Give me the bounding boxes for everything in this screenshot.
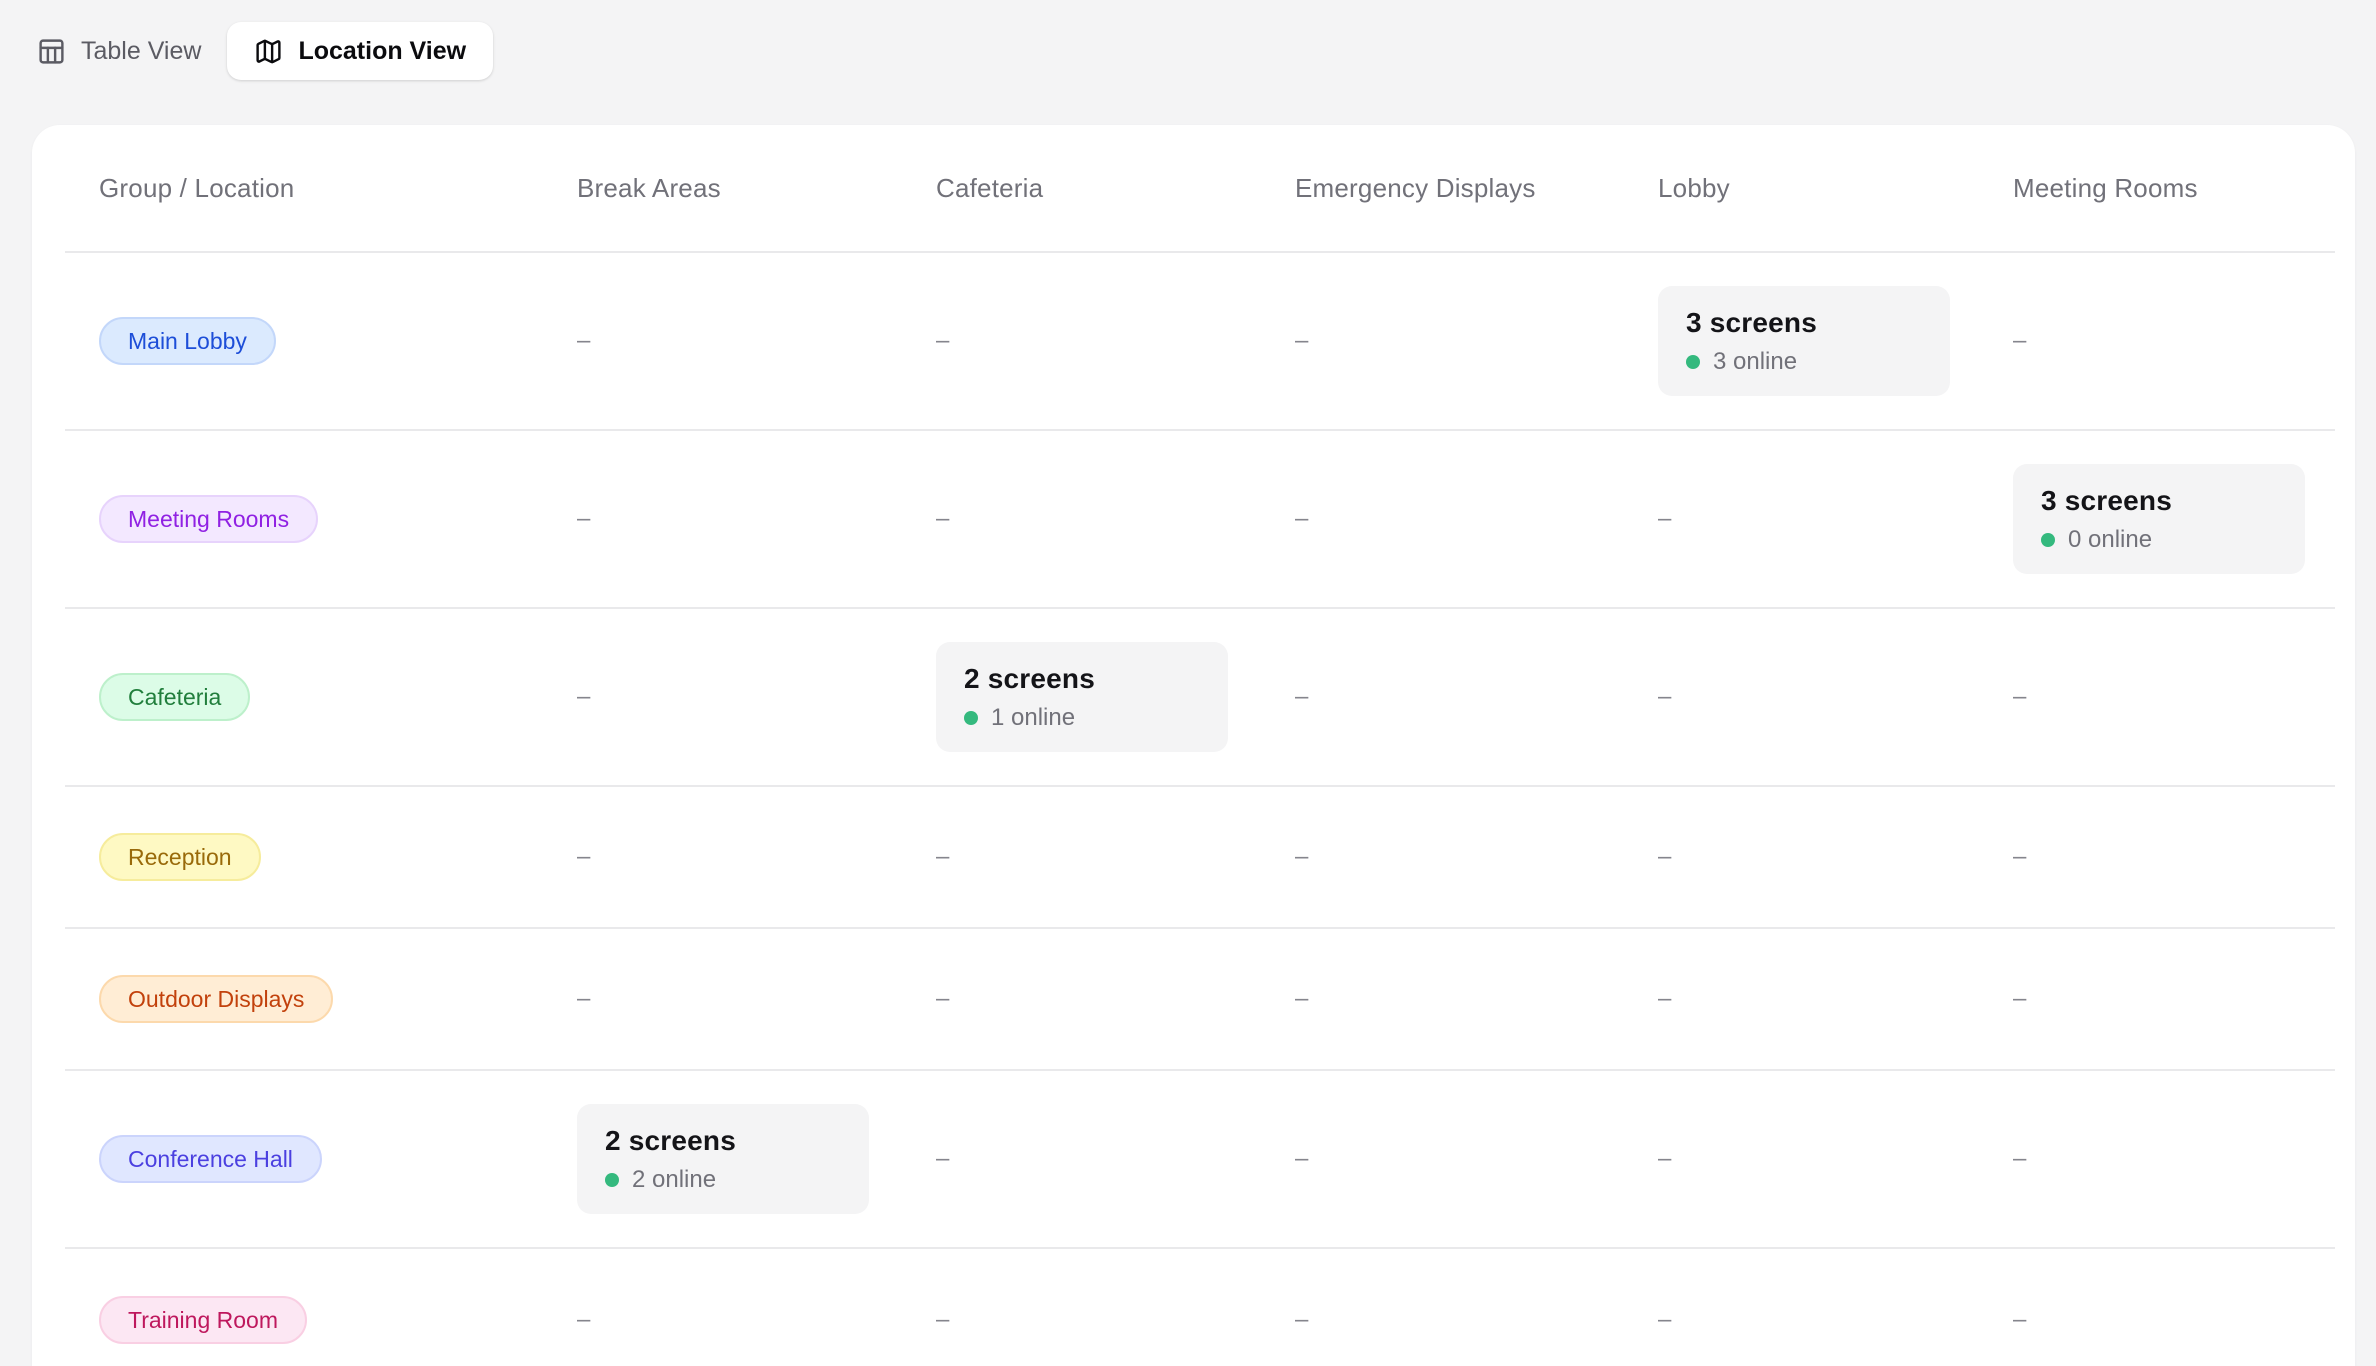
table-view-button[interactable]: Table View bbox=[37, 22, 201, 80]
screen-count: 2 screens bbox=[964, 663, 1228, 695]
empty-cell: – bbox=[2013, 683, 2026, 710]
screen-count: 2 screens bbox=[605, 1125, 869, 1157]
empty-cell: – bbox=[577, 683, 590, 710]
view-toggle: Table View Location View bbox=[37, 22, 493, 80]
empty-cell: – bbox=[577, 505, 590, 532]
empty-cell: – bbox=[1658, 1145, 1671, 1172]
online-count: 3 online bbox=[1713, 348, 1797, 376]
location-view-label: Location View bbox=[298, 36, 466, 66]
empty-cell: – bbox=[1295, 1145, 1308, 1172]
empty-cell: – bbox=[1295, 1306, 1308, 1333]
table-row-cafeteria: Cafeteria – 2 screens 1 online – – – bbox=[65, 609, 2335, 787]
screen-count: 3 screens bbox=[2041, 485, 2305, 517]
empty-cell: – bbox=[1658, 505, 1671, 532]
map-icon bbox=[254, 37, 283, 66]
table-grid-icon bbox=[37, 37, 66, 66]
empty-cell: – bbox=[936, 327, 949, 354]
screen-count-card[interactable]: 3 screens 3 online bbox=[1658, 286, 1950, 396]
empty-cell: – bbox=[1658, 683, 1671, 710]
group-badge-conference-hall[interactable]: Conference Hall bbox=[99, 1135, 322, 1183]
location-matrix-card: Group / Location Break Areas Cafeteria E… bbox=[32, 125, 2355, 1366]
screen-count: 3 screens bbox=[1686, 307, 1950, 339]
screen-count-card[interactable]: 2 screens 1 online bbox=[936, 642, 1228, 752]
empty-cell: – bbox=[936, 1306, 949, 1333]
group-badge-meeting-rooms[interactable]: Meeting Rooms bbox=[99, 495, 318, 543]
column-header-lobby: Lobby bbox=[1658, 173, 2013, 204]
matrix-header-row: Group / Location Break Areas Cafeteria E… bbox=[65, 125, 2335, 253]
empty-cell: – bbox=[2013, 327, 2026, 354]
empty-cell: – bbox=[2013, 985, 2026, 1012]
empty-cell: – bbox=[936, 1145, 949, 1172]
column-header-cafeteria: Cafeteria bbox=[936, 173, 1295, 204]
column-header-break-areas: Break Areas bbox=[577, 173, 936, 204]
location-view-button[interactable]: Location View bbox=[227, 22, 493, 80]
empty-cell: – bbox=[2013, 1145, 2026, 1172]
online-status-dot bbox=[1686, 355, 1700, 369]
empty-cell: – bbox=[1658, 985, 1671, 1012]
group-badge-training-room[interactable]: Training Room bbox=[99, 1296, 307, 1344]
table-row-training-room: Training Room – – – – – bbox=[65, 1249, 2335, 1366]
empty-cell: – bbox=[2013, 1306, 2026, 1333]
group-badge-reception[interactable]: Reception bbox=[99, 833, 261, 881]
column-header-meeting-rooms: Meeting Rooms bbox=[2013, 173, 2335, 204]
empty-cell: – bbox=[936, 843, 949, 870]
table-row-main-lobby: Main Lobby – – – 3 screens 3 online – bbox=[65, 253, 2335, 431]
table-row-reception: Reception – – – – – bbox=[65, 787, 2335, 929]
empty-cell: – bbox=[1295, 327, 1308, 354]
table-row-outdoor-displays: Outdoor Displays – – – – – bbox=[65, 929, 2335, 1071]
empty-cell: – bbox=[2013, 843, 2026, 870]
table-row-meeting-rooms: Meeting Rooms – – – – 3 screens 0 online bbox=[65, 431, 2335, 609]
empty-cell: – bbox=[577, 985, 590, 1012]
online-count: 2 online bbox=[632, 1166, 716, 1194]
online-count: 0 online bbox=[2068, 526, 2152, 554]
screen-count-card[interactable]: 3 screens 0 online bbox=[2013, 464, 2305, 574]
table-row-conference-hall: Conference Hall 2 screens 2 online – – –… bbox=[65, 1071, 2335, 1249]
empty-cell: – bbox=[1658, 1306, 1671, 1333]
empty-cell: – bbox=[577, 1306, 590, 1333]
screen-count-card[interactable]: 2 screens 2 online bbox=[577, 1104, 869, 1214]
online-status-dot bbox=[2041, 533, 2055, 547]
empty-cell: – bbox=[936, 985, 949, 1012]
empty-cell: – bbox=[1295, 505, 1308, 532]
empty-cell: – bbox=[1295, 683, 1308, 710]
online-status-dot bbox=[964, 711, 978, 725]
empty-cell: – bbox=[577, 843, 590, 870]
empty-cell: – bbox=[1295, 985, 1308, 1012]
group-badge-cafeteria[interactable]: Cafeteria bbox=[99, 673, 250, 721]
empty-cell: – bbox=[577, 327, 590, 354]
column-header-emergency-displays: Emergency Displays bbox=[1295, 173, 1658, 204]
empty-cell: – bbox=[1658, 843, 1671, 870]
group-badge-main-lobby[interactable]: Main Lobby bbox=[99, 317, 276, 365]
column-header-group-location: Group / Location bbox=[65, 173, 577, 204]
empty-cell: – bbox=[936, 505, 949, 532]
group-badge-outdoor-displays[interactable]: Outdoor Displays bbox=[99, 975, 333, 1023]
table-view-label: Table View bbox=[81, 36, 201, 66]
empty-cell: – bbox=[1295, 843, 1308, 870]
online-count: 1 online bbox=[991, 704, 1075, 732]
online-status-dot bbox=[605, 1173, 619, 1187]
